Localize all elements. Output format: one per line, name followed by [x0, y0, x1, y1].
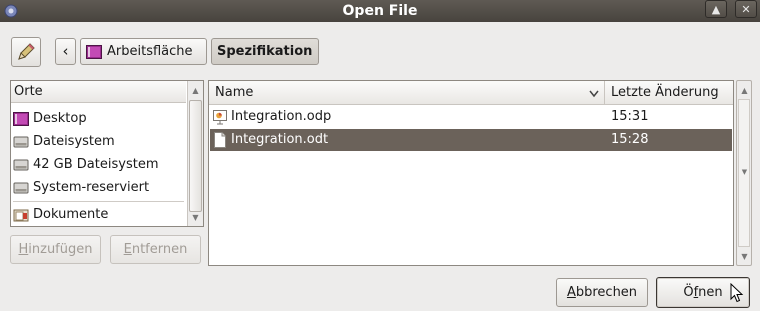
remove-mnemonic: E	[123, 242, 132, 257]
desktop-icon	[13, 112, 29, 126]
scroll-down-icon: ▼	[741, 252, 748, 261]
column-header-modified[interactable]: Letzte Änderung	[605, 81, 733, 105]
places-item-label: System-reserviert	[33, 180, 150, 195]
open-label-rest: nen	[698, 285, 723, 300]
title-bar: Open File ▲ ✕	[0, 0, 760, 22]
places-item-label: Desktop	[33, 111, 87, 126]
crumb-label-current: Spezifikation	[217, 44, 313, 59]
places-separator	[13, 201, 184, 202]
pencil-icon	[18, 43, 35, 60]
folder-icon	[13, 209, 29, 222]
file-row-integration-odt[interactable]: Integration.odt 15:28	[210, 129, 732, 151]
text-document-icon	[214, 132, 226, 148]
maximize-button[interactable]: ▲	[705, 0, 727, 18]
add-label: inzufügen	[28, 242, 93, 257]
file-list-panel: Name Letzte Änderung Integration.odp 15:…	[208, 80, 734, 266]
column-header-modified-label: Letzte Änderung	[611, 85, 719, 100]
mouse-cursor-icon	[730, 283, 744, 303]
scroll-up-icon: ▲	[192, 86, 199, 95]
add-mnemonic: H	[18, 242, 29, 257]
desktop-icon	[86, 45, 102, 59]
places-panel: Orte Desktop Dateisystem 42 GB Dateisyst…	[10, 80, 204, 227]
remove-place-button[interactable]: Entfernen	[110, 235, 201, 264]
open-button[interactable]: Öfnen	[656, 277, 750, 308]
scroll-down-icon: ▼	[192, 213, 199, 222]
places-scrollbar[interactable]: ▲ ▼	[187, 81, 203, 226]
file-time: 15:28	[611, 132, 649, 147]
chevron-left-icon: ‹	[62, 42, 69, 60]
places-item-label: 42 GB Dateisystem	[33, 157, 159, 172]
drive-icon	[13, 136, 29, 148]
places-item-label: Dateisystem	[33, 134, 115, 149]
file-time: 15:31	[611, 109, 649, 124]
type-location-button[interactable]	[11, 37, 41, 67]
add-place-button[interactable]: Hinzufügen	[10, 235, 101, 264]
file-name: Integration.odt	[231, 132, 329, 147]
close-icon: ✕	[741, 3, 751, 16]
presentation-file-icon	[213, 110, 227, 125]
column-header-name-label: Name	[215, 85, 254, 100]
file-list-scrollbar[interactable]: ▲ ▼ ▼	[736, 80, 752, 266]
drive-icon	[13, 159, 29, 171]
cancel-label: bbrechen	[575, 285, 638, 300]
file-name: Integration.odp	[231, 109, 332, 124]
remove-label: ntfernen	[131, 242, 188, 257]
maximize-icon: ▲	[711, 3, 721, 16]
column-header-name[interactable]: Name	[209, 81, 605, 105]
places-header[interactable]: Orte	[11, 81, 186, 103]
sort-chevron-icon	[589, 90, 599, 98]
crumb-arbeitsflaeche[interactable]: Arbeitsfläche	[80, 38, 207, 65]
places-header-label: Orte	[14, 84, 43, 99]
drive-icon	[13, 182, 29, 194]
crumb-spezifikation[interactable]: Spezifikation	[211, 38, 319, 65]
places-scroll-thumb[interactable]	[189, 100, 202, 212]
close-button[interactable]: ✕	[735, 0, 757, 18]
open-label-pre: Ö	[683, 285, 694, 300]
places-item-label: Dokumente	[33, 207, 109, 222]
cancel-mnemonic: A	[566, 285, 576, 300]
window-title: Open File	[342, 3, 418, 19]
scroll-up-icon: ▲	[741, 86, 748, 95]
file-row-integration-odp[interactable]: Integration.odp 15:31	[210, 106, 732, 128]
crumb-label: Arbeitsfläche	[107, 44, 193, 59]
cancel-button[interactable]: Abbrechen	[556, 278, 648, 307]
path-back-button[interactable]: ‹	[55, 38, 76, 65]
scroll-grip-icon: ▼	[741, 168, 748, 176]
